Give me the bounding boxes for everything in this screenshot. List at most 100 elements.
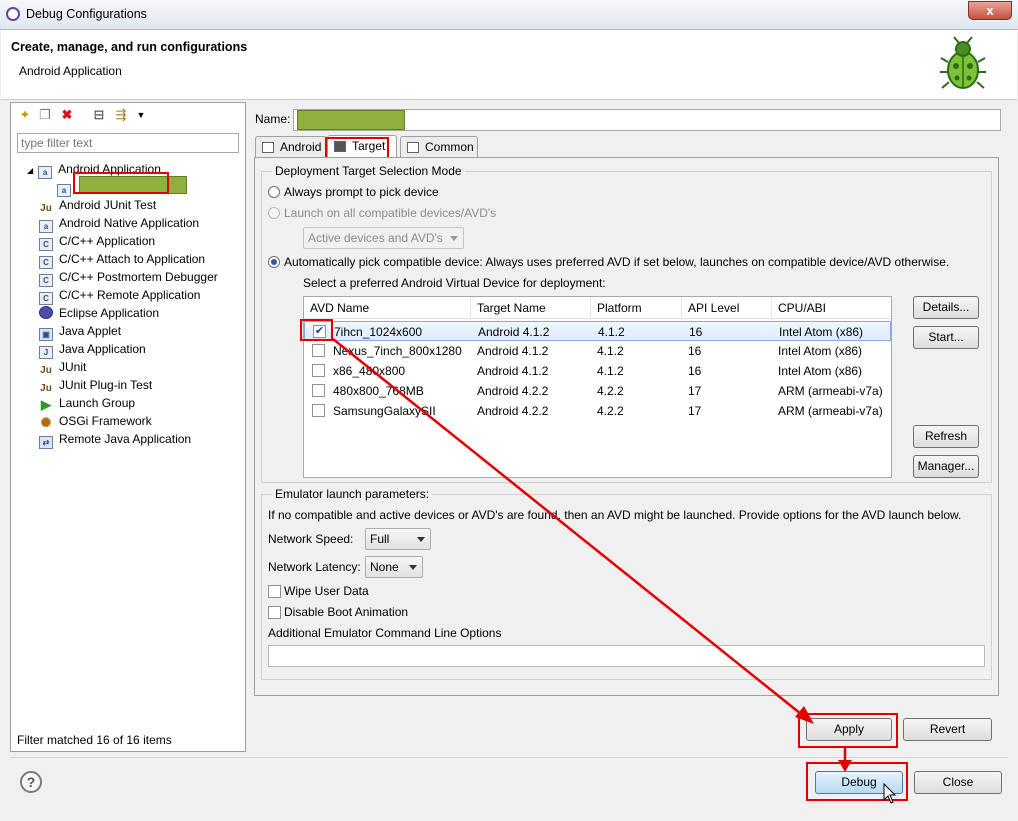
col-target-name[interactable]: Target Name xyxy=(471,297,591,319)
table-row[interactable]: Nexus_7inch_800x1280 Android 4.1.2 4.1.2… xyxy=(304,341,891,361)
cmdline-input[interactable] xyxy=(268,645,985,667)
table-row[interactable]: ✔ 7ihcn_1024x600 Android 4.1.2 4.1.2 16 … xyxy=(304,321,891,341)
avd-name-cell: Nexus_7inch_800x1280 xyxy=(333,344,462,358)
view-menu-chevron-down-icon[interactable]: ▼ xyxy=(133,107,149,123)
col-cpu-abi[interactable]: CPU/ABI xyxy=(772,297,891,319)
android-app-icon: a xyxy=(38,166,53,179)
avd-checkbox[interactable] xyxy=(312,404,325,417)
avd-abi-cell: Intel Atom (x86) xyxy=(778,344,863,358)
radio-always-prompt[interactable] xyxy=(268,186,280,198)
new-config-icon[interactable]: ✦ xyxy=(17,107,33,123)
avd-target-cell: Android 4.2.2 xyxy=(477,384,549,398)
table-row[interactable]: SamsungGalaxySII Android 4.2.2 4.2.2 17 … xyxy=(304,401,891,421)
common-tab-icon xyxy=(407,142,419,153)
header-subtitle: Android Application xyxy=(19,64,122,78)
avd-checkbox[interactable] xyxy=(312,364,325,377)
avd-api-cell: 16 xyxy=(689,325,703,339)
name-label: Name: xyxy=(255,112,291,126)
tree-item-remote-java-application[interactable]: ⇄ Remote Java Application xyxy=(39,430,191,449)
tree-item-launch-group[interactable]: ▶ Launch Group xyxy=(39,394,135,412)
annotation-highlight xyxy=(300,319,333,341)
avd-abi-cell: Intel Atom (x86) xyxy=(778,364,863,378)
tree-item-label: Java Applet xyxy=(59,324,122,338)
tree-item-java-application[interactable]: J Java Application xyxy=(39,340,146,359)
combo-value: None xyxy=(370,560,399,574)
help-icon[interactable]: ? xyxy=(20,771,42,793)
debug-dialog-icon xyxy=(6,7,20,21)
network-latency-select[interactable]: None xyxy=(365,556,423,578)
avd-table: AVD Name Target Name Platform API Level … xyxy=(303,296,892,478)
disable-boot-animation-checkbox[interactable] xyxy=(268,606,281,619)
revert-button[interactable]: Revert xyxy=(903,718,992,741)
tree-item-java-applet[interactable]: ▣ Java Applet xyxy=(39,322,122,341)
footer-divider xyxy=(10,757,1008,758)
osgi-icon: ✺ xyxy=(40,415,52,430)
refresh-button[interactable]: Refresh xyxy=(913,425,979,448)
filter-input[interactable] xyxy=(17,133,239,153)
avd-prompt: Select a preferred Android Virtual Devic… xyxy=(303,276,606,290)
table-row[interactable]: x86_480x800 Android 4.1.2 4.1.2 16 Intel… xyxy=(304,361,891,381)
configuration-tree-panel: ✦ ❐ ✖ ⊟ ⇶ ▼ ◢aAndroid Application a JuAn… xyxy=(10,102,246,752)
eclipse-icon xyxy=(39,306,53,319)
window-close-button[interactable]: x xyxy=(968,1,1012,20)
avd-platform-cell: 4.2.2 xyxy=(597,384,624,398)
annotation-highlight xyxy=(73,172,169,194)
filter-status: Filter matched 16 of 16 items xyxy=(17,733,172,747)
avd-name-cell: SamsungGalaxySII xyxy=(333,404,436,418)
tree-item-osgi-framework[interactable]: ✺ OSGi Framework xyxy=(39,412,152,430)
avd-checkbox[interactable] xyxy=(312,344,325,357)
network-speed-select[interactable]: Full xyxy=(365,528,431,550)
tree-item-junit[interactable]: Ju JUnit xyxy=(39,358,86,376)
avd-api-cell: 16 xyxy=(688,364,702,378)
tree-item-junit-plugin-test[interactable]: Ju JUnit Plug-in Test xyxy=(39,376,152,394)
tree-item-cpp-remote[interactable]: C C/C++ Remote Application xyxy=(39,286,200,305)
collapse-all-icon[interactable]: ⊟ xyxy=(91,107,107,123)
tab-common[interactable]: Common xyxy=(400,136,478,158)
tree-item-label: C/C++ Postmortem Debugger xyxy=(59,270,218,284)
always-prompt-label: Always prompt to pick device xyxy=(284,185,439,199)
tree-item-cpp-attach[interactable]: C C/C++ Attach to Application xyxy=(39,250,206,269)
tree-item-cpp-application[interactable]: C C/C++ Application xyxy=(39,232,155,251)
active-devices-select[interactable]: Active devices and AVD's xyxy=(303,227,464,249)
avd-name-cell: 480x800_768MB xyxy=(333,384,424,398)
manager-button[interactable]: Manager... xyxy=(913,455,979,478)
avd-name-cell: 7ihcn_1024x600 xyxy=(334,325,423,339)
tree-item-android-junit-test[interactable]: Ju Android JUnit Test xyxy=(39,196,156,214)
radio-launch-all[interactable] xyxy=(268,207,280,219)
expand-triangle-icon[interactable]: ◢ xyxy=(27,166,33,175)
network-speed-label: Network Speed: xyxy=(268,532,354,546)
avd-checkbox[interactable] xyxy=(312,384,325,397)
filter-config-icon[interactable]: ⇶ xyxy=(113,107,129,123)
close-button[interactable]: Close xyxy=(914,771,1002,794)
title-bar: Debug Configurations x xyxy=(0,0,1018,30)
cmdline-label: Additional Emulator Command Line Options xyxy=(268,626,502,640)
avd-abi-cell: ARM (armeabi-v7a) xyxy=(778,404,883,418)
tree-item-label: Eclipse Application xyxy=(59,306,160,320)
tree-item-eclipse-application[interactable]: Eclipse Application xyxy=(39,304,159,322)
delete-config-icon[interactable]: ✖ xyxy=(59,107,75,123)
col-api-level[interactable]: API Level xyxy=(682,297,772,319)
dialog-header: Create, manage, and run configurations A… xyxy=(1,30,1017,100)
tree-item-cpp-postmortem[interactable]: C C/C++ Postmortem Debugger xyxy=(39,268,218,287)
wipe-user-data-checkbox[interactable] xyxy=(268,585,281,598)
tree-item-label: C/C++ Attach to Application xyxy=(59,252,206,266)
radio-auto-pick[interactable] xyxy=(268,256,280,268)
duplicate-config-icon[interactable]: ❐ xyxy=(37,107,53,123)
avd-platform-cell: 4.1.2 xyxy=(598,325,625,339)
redacted-name-value xyxy=(297,110,405,130)
col-avd-name[interactable]: AVD Name xyxy=(304,297,471,319)
avd-target-cell: Android 4.1.2 xyxy=(477,364,549,378)
avd-name-cell: x86_480x800 xyxy=(333,364,406,378)
avd-api-cell: 17 xyxy=(688,384,702,398)
remote-java-icon: ⇄ xyxy=(39,436,53,449)
tree-item-android-native-application[interactable]: a Android Native Application xyxy=(39,214,199,233)
network-latency-label: Network Latency: xyxy=(268,560,361,574)
col-platform[interactable]: Platform xyxy=(591,297,682,319)
tab-android[interactable]: Android xyxy=(255,136,327,158)
avd-platform-cell: 4.1.2 xyxy=(597,364,624,378)
tree-item-label: Android JUnit Test xyxy=(59,198,157,212)
start-button[interactable]: Start... xyxy=(913,326,979,349)
avd-api-cell: 17 xyxy=(688,404,702,418)
details-button[interactable]: Details... xyxy=(913,296,979,319)
table-row[interactable]: 480x800_768MB Android 4.2.2 4.2.2 17 ARM… xyxy=(304,381,891,401)
